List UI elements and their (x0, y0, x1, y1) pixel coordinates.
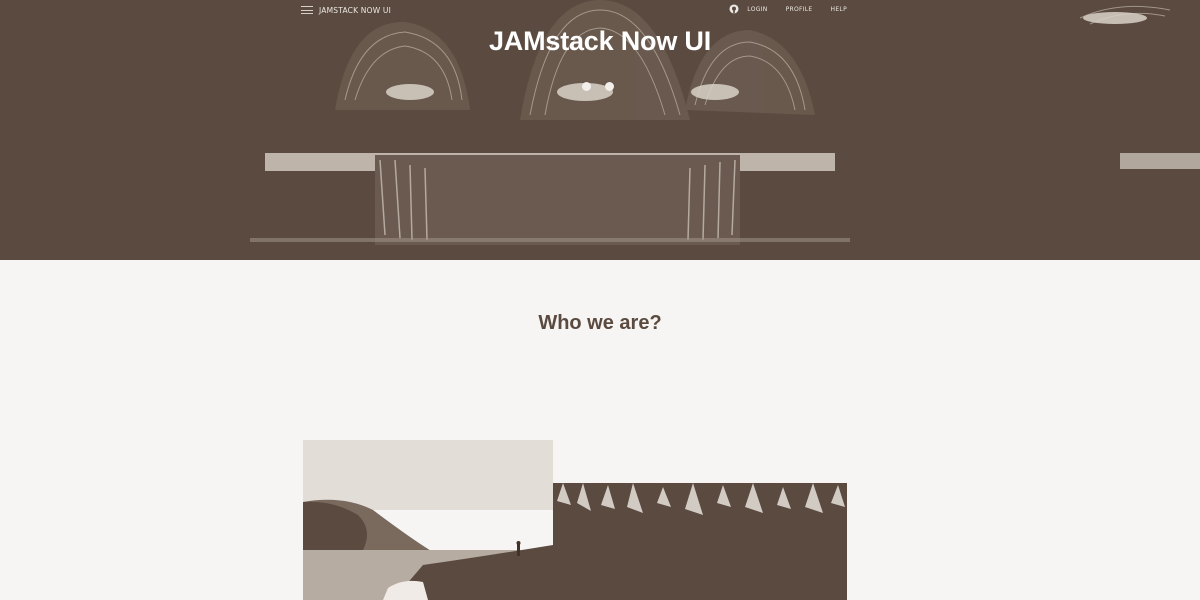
hero-indicator-dot[interactable] (605, 82, 614, 91)
section-title: Who we are? (538, 312, 662, 334)
twitter-icon[interactable] (730, 4, 869, 14)
github-icon[interactable] (729, 4, 891, 14)
nav-link-profile[interactable]: PROFILE (786, 6, 813, 13)
coast-photo (303, 440, 553, 600)
forest-photo (553, 483, 847, 600)
hero-header: JAMSTACK NOW UI LOGIN PROFILE HELP JAMst… (0, 0, 1200, 260)
nav-links: LOGIN PROFILE HELP (729, 4, 891, 14)
hero-indicator-dot[interactable] (582, 82, 591, 91)
menu-icon[interactable] (301, 6, 313, 14)
hero-title: JAMstack Now UI (488, 26, 712, 56)
hero-indicators (582, 82, 614, 91)
brand-label[interactable]: JAMSTACK NOW UI (319, 6, 391, 15)
navbar: JAMSTACK NOW UI LOGIN PROFILE HELP (0, 0, 1200, 20)
navbar-brand[interactable]: JAMSTACK NOW UI (301, 3, 391, 17)
nav-link-help[interactable]: HELP (831, 6, 847, 13)
nav-link-login[interactable]: LOGIN (747, 6, 767, 13)
